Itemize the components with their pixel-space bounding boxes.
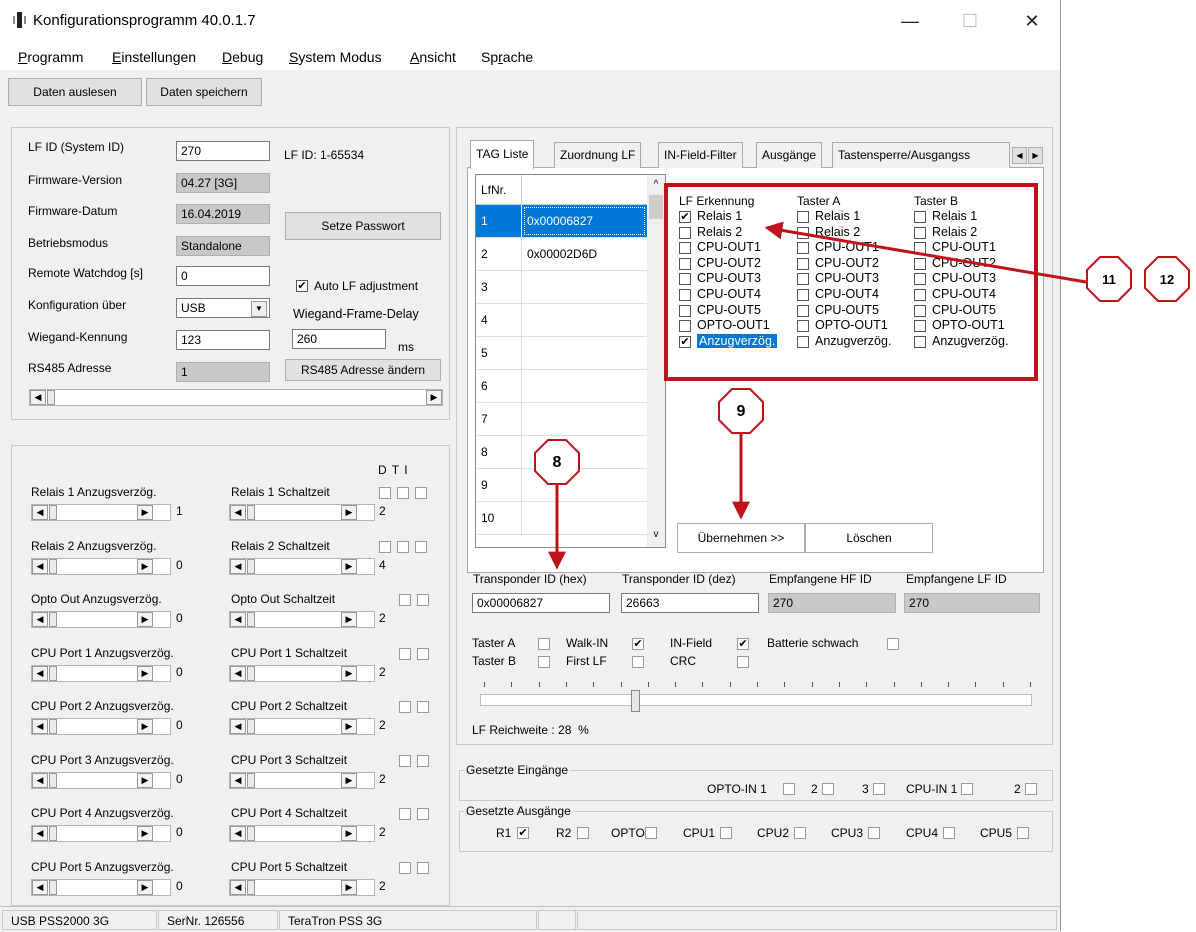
arrow-11-12 xyxy=(764,221,1087,284)
highlight-box xyxy=(664,183,1038,381)
badge-8-text: 8 xyxy=(553,454,562,471)
badge-12-text: 12 xyxy=(1160,272,1174,287)
badge-9-text: 9 xyxy=(737,403,746,420)
badge-11-text: 11 xyxy=(1102,272,1116,287)
annotation-overlay: 11 12 9 8 xyxy=(534,183,1190,570)
